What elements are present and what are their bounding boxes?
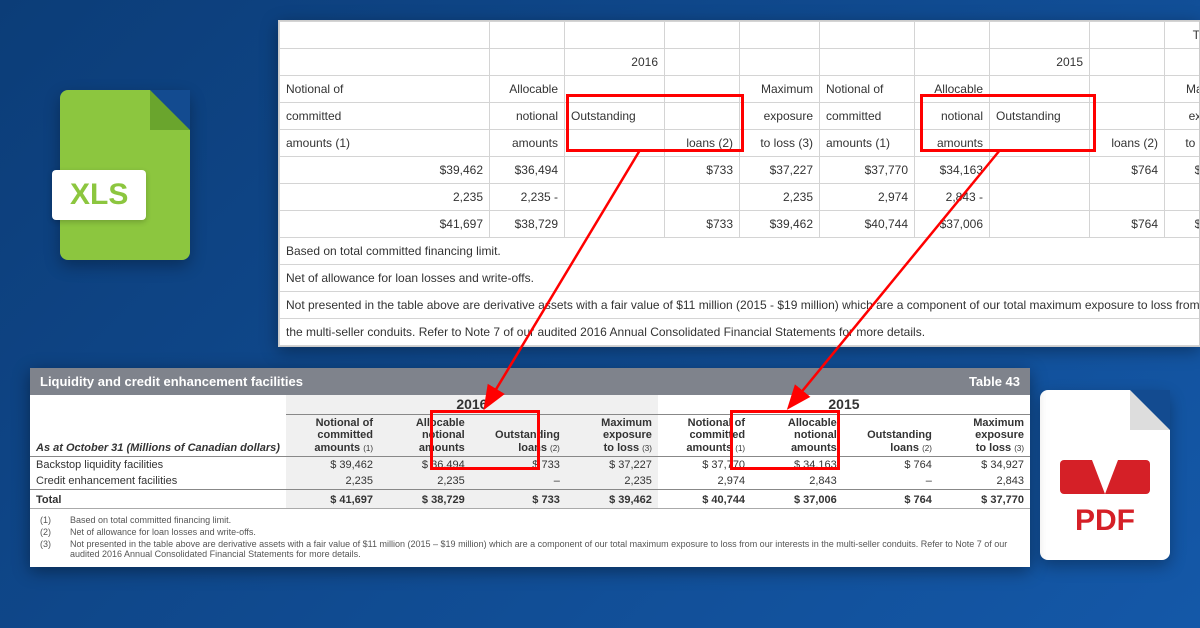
hdr-alloc-1b: Allocable	[915, 76, 990, 103]
xls-file-icon: XLS	[60, 90, 190, 260]
col-allocable: Allocablenotionalamounts	[379, 415, 471, 456]
note-2: Net of allowance for loan losses and wri…	[280, 265, 1200, 292]
hdr-out-1: Outstanding	[565, 103, 665, 130]
table-row: Backstop liquidity facilities $ 39,462 $…	[30, 456, 1030, 473]
note-4: the multi-seller conduits. Refer to Note…	[280, 319, 1200, 346]
note-3: Not presented in the table above are der…	[280, 292, 1200, 319]
table-row: Not presented in the table above are der…	[280, 292, 1200, 319]
hdr-notional-2b: committed	[820, 103, 915, 130]
hdr-alloc-2b: notional	[915, 103, 990, 130]
year-2016: 2016	[565, 49, 665, 76]
table-row: amounts (1) amounts loans (2) to loss (3…	[280, 130, 1200, 157]
note-1: Based on total committed financing limit…	[280, 238, 1200, 265]
pdf-title: Liquidity and credit enhancement facilit…	[40, 374, 303, 389]
table-row: As at October 31 (Millions of Canadian d…	[30, 415, 1030, 456]
pdf-label: PDF	[1040, 504, 1170, 538]
hdr-out-3b: loans (2)	[1090, 130, 1165, 157]
hdr-notional-3b: amounts (1)	[820, 130, 915, 157]
hdr-max-2b: exposure	[1165, 103, 1200, 130]
table-row: 2016 2015	[30, 395, 1030, 415]
xls-fold	[150, 90, 190, 130]
table-row: $39,462 $36,494 $733 $37,227 $37,770 $34…	[280, 157, 1200, 184]
hdr-notional-2: committed	[280, 103, 490, 130]
hdr-max-3b: to loss (3)	[1165, 130, 1200, 157]
col-allocable-b: Allocablenotionalamounts	[751, 415, 843, 456]
pdf-table-header: Liquidity and credit enhancement facilit…	[30, 368, 1030, 395]
footnote-2: (2)Net of allowance for loan losses and …	[40, 527, 1020, 537]
hdr-notional-3: amounts (1)	[280, 130, 490, 157]
footnote-1: (1)Based on total committed financing li…	[40, 515, 1020, 525]
pdf-table: 2016 2015 As at October 31 (Millions of …	[30, 395, 1030, 508]
table-row: Credit enhancement facilities 2,235 2,23…	[30, 473, 1030, 490]
year-2016: 2016	[286, 395, 658, 415]
pdf-body: PDF	[1040, 390, 1170, 560]
hdr-max-3: to loss (3)	[740, 130, 820, 157]
table-row-total: Total $ 41,697 $ 38,729 $ 733 $ 39,462 $…	[30, 489, 1030, 508]
hdr-max-1b: Maximum	[1165, 76, 1200, 103]
col-notional-b: Notional ofcommittedamounts (1)	[658, 415, 751, 456]
table-row: Based on total committed financing limit…	[280, 238, 1200, 265]
col-maxexp: Maximumexposureto loss (3)	[566, 415, 658, 456]
table-row: Table 43	[280, 22, 1200, 49]
table-row: Notional of Allocable Maximum Notional o…	[280, 76, 1200, 103]
table-row: Net of allowance for loan losses and wri…	[280, 265, 1200, 292]
col-outstanding-b: Outstandingloans (2)	[843, 415, 938, 456]
year-2015: 2015	[990, 49, 1090, 76]
hdr-alloc-3: amounts	[490, 130, 565, 157]
col-outstanding: Outstandingloans (2)	[471, 415, 566, 456]
hdr-notional-1: Notional of	[280, 76, 490, 103]
table-label: Table 43	[1165, 22, 1200, 49]
pdf-table-label: Table 43	[969, 374, 1020, 389]
footnote-3: (3)Not presented in the table above are …	[40, 539, 1020, 559]
hdr-max-1: Maximum	[740, 76, 820, 103]
pdf-fold	[1130, 390, 1170, 430]
hdr-alloc-1: Allocable	[490, 76, 565, 103]
subhead: As at October 31 (Millions of Canadian d…	[30, 415, 286, 456]
xls-preview-panel: Table 43 2016 2015 Notional of Allocable…	[278, 20, 1200, 347]
table-row: $41,697 $38,729 $733 $39,462 $40,744 $37…	[280, 211, 1200, 238]
hdr-max-2: exposure	[740, 103, 820, 130]
xls-body: XLS	[60, 90, 190, 260]
table-row: 2,235 2,235 - 2,235 2,974 2,843 - 2,843	[280, 184, 1200, 211]
hdr-out-1b: Outstanding	[990, 103, 1090, 130]
hdr-alloc-3b: amounts	[915, 130, 990, 157]
table-row: committed notional Outstanding exposure …	[280, 103, 1200, 130]
hdr-alloc-2: notional	[490, 103, 565, 130]
table-row: 2016 2015	[280, 49, 1200, 76]
col-maxexp-b: Maximumexposureto loss (3)	[938, 415, 1030, 456]
footnotes: (1)Based on total committed financing li…	[30, 508, 1030, 567]
hdr-out-3: loans (2)	[665, 130, 740, 157]
xls-label: XLS	[52, 170, 146, 220]
pdf-file-icon: PDF	[1040, 390, 1170, 560]
col-notional: Notional ofcommittedamounts (1)	[286, 415, 379, 456]
xls-table: Table 43 2016 2015 Notional of Allocable…	[279, 21, 1200, 346]
table-row: the multi-seller conduits. Refer to Note…	[280, 319, 1200, 346]
year-2015: 2015	[658, 395, 1030, 415]
pdf-preview-panel: Liquidity and credit enhancement facilit…	[30, 368, 1030, 567]
hdr-notional-1b: Notional of	[820, 76, 915, 103]
